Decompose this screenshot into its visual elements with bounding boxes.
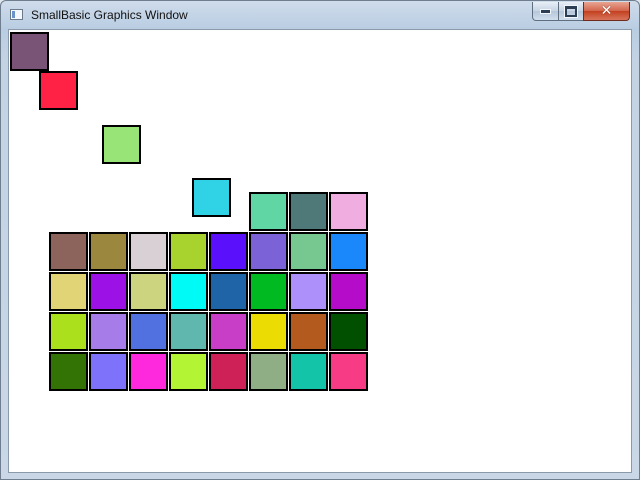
grid-square — [169, 312, 208, 351]
grid-square — [329, 352, 368, 391]
grid-square — [209, 232, 248, 271]
grid-square — [289, 232, 328, 271]
grid-square — [289, 352, 328, 391]
stray-square — [10, 32, 49, 71]
grid-square — [169, 352, 208, 391]
grid-square — [129, 312, 168, 351]
grid-square — [249, 232, 288, 271]
stray-square — [192, 178, 231, 217]
grid-square — [329, 312, 368, 351]
grid-square — [289, 192, 328, 231]
grid-square — [129, 272, 168, 311]
stray-square — [39, 71, 78, 110]
window-title: SmallBasic Graphics Window — [31, 8, 188, 22]
grid-square — [169, 272, 208, 311]
grid-square — [329, 272, 368, 311]
grid-square — [249, 272, 288, 311]
graphics-canvas[interactable] — [8, 29, 632, 473]
grid-square — [49, 352, 88, 391]
grid-square — [209, 312, 248, 351]
grid-square — [129, 352, 168, 391]
graphics-window: SmallBasic Graphics Window ✕ — [0, 0, 640, 480]
grid-square — [249, 352, 288, 391]
grid-square — [249, 312, 288, 351]
grid-square — [49, 312, 88, 351]
maximize-button[interactable] — [558, 2, 584, 21]
grid-square — [49, 272, 88, 311]
close-button[interactable]: ✕ — [583, 2, 630, 21]
grid-square — [89, 312, 128, 351]
grid-square — [249, 192, 288, 231]
grid-square — [49, 232, 88, 271]
grid-square — [209, 272, 248, 311]
grid-square — [329, 232, 368, 271]
grid-square — [329, 192, 368, 231]
grid-square — [169, 232, 208, 271]
grid-square — [289, 272, 328, 311]
title-bar[interactable]: SmallBasic Graphics Window ✕ — [1, 1, 639, 29]
grid-square — [89, 352, 128, 391]
close-icon: ✕ — [600, 3, 613, 19]
grid-square — [129, 232, 168, 271]
grid-square — [209, 352, 248, 391]
grid-square — [289, 312, 328, 351]
stray-square — [102, 125, 141, 164]
maximize-icon — [564, 4, 578, 18]
grid-square — [89, 232, 128, 271]
grid-square — [89, 272, 128, 311]
minimize-icon — [540, 8, 551, 14]
app-window-icon[interactable] — [10, 9, 23, 20]
minimize-button[interactable] — [532, 2, 559, 21]
